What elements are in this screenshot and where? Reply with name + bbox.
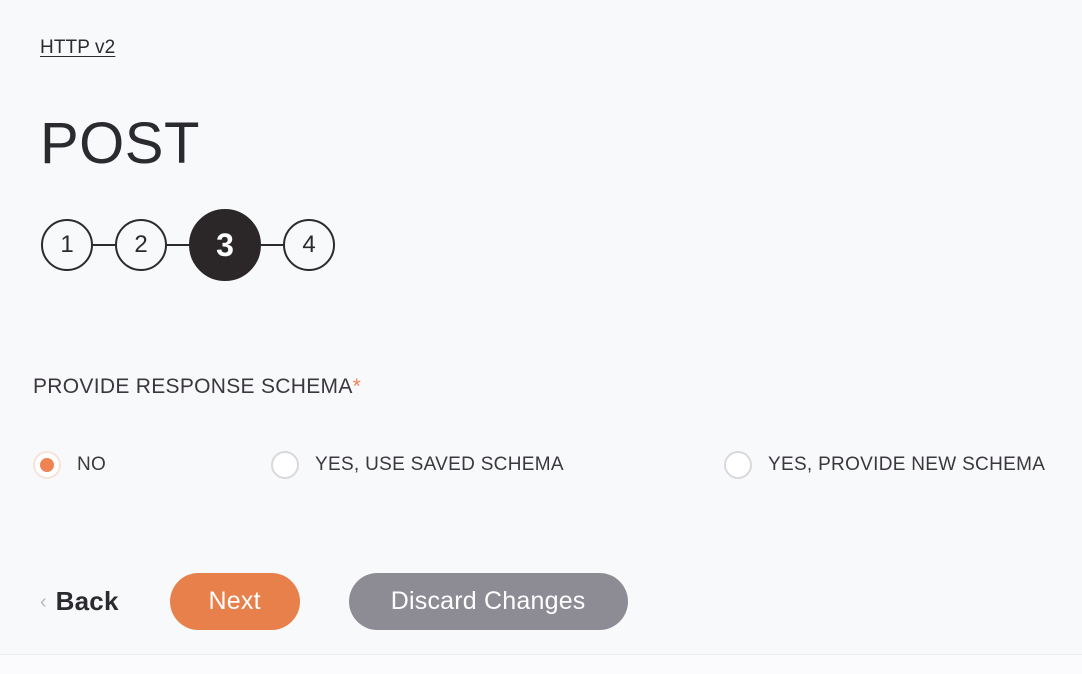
radio-option-provide-new-schema[interactable]: YES, PROVIDE NEW SCHEMA <box>724 449 1045 481</box>
stepper-step-1[interactable]: 1 <box>41 219 93 271</box>
response-schema-label-text: PROVIDE RESPONSE SCHEMA <box>33 375 353 398</box>
radio-dot-use-saved-schema <box>278 458 292 472</box>
required-asterisk: * <box>352 375 362 398</box>
radio-icon-use-saved-schema[interactable] <box>271 451 299 479</box>
stepper-step-2[interactable]: 2 <box>115 219 167 271</box>
stepper-step-3[interactable]: 3 <box>189 209 261 281</box>
wizard-stepper: 1 2 3 4 <box>41 209 335 281</box>
stepper-connector-1-2 <box>93 244 115 246</box>
stepper-step-1-label: 1 <box>60 231 74 258</box>
response-schema-label: PROVIDE RESPONSE SCHEMA* <box>33 374 361 400</box>
back-button-label: Back <box>55 586 119 616</box>
stepper-step-2-label: 2 <box>134 231 148 258</box>
response-schema-radio-group: NO YES, USE SAVED SCHEMA YES, PROVIDE NE… <box>33 449 1053 481</box>
discard-changes-button[interactable]: Discard Changes <box>348 573 628 630</box>
footer-strip <box>0 655 1082 674</box>
radio-dot-provide-new-schema <box>731 458 745 472</box>
back-button[interactable]: ‹ Back <box>40 586 119 617</box>
stepper-connector-3-4 <box>261 244 283 246</box>
page-title: POST <box>40 111 200 176</box>
stepper-connector-2-3 <box>167 244 189 246</box>
stepper-step-4-label: 4 <box>302 231 316 258</box>
next-button[interactable]: Next <box>169 573 300 630</box>
radio-label-use-saved-schema: YES, USE SAVED SCHEMA <box>315 454 564 475</box>
stepper-step-4[interactable]: 4 <box>283 219 335 271</box>
discard-changes-button-label: Discard Changes <box>390 587 586 615</box>
radio-icon-no[interactable] <box>33 451 61 479</box>
radio-option-no[interactable]: NO <box>33 449 106 481</box>
radio-label-no: NO <box>77 454 107 475</box>
wizard-actions: ‹ Back Next Discard Changes <box>40 573 628 630</box>
wizard-page: HTTP v2 POST 1 2 3 4 PROVIDE RESPONSE SC… <box>0 0 1082 674</box>
chevron-left-icon: ‹ <box>40 590 47 613</box>
radio-option-use-saved-schema[interactable]: YES, USE SAVED SCHEMA <box>271 449 564 481</box>
radio-label-provide-new-schema: YES, PROVIDE NEW SCHEMA <box>768 454 1046 475</box>
api-breadcrumb-link[interactable]: HTTP v2 <box>40 35 115 61</box>
radio-dot-no <box>40 458 54 472</box>
stepper-step-3-label: 3 <box>216 226 234 263</box>
next-button-label: Next <box>208 587 261 615</box>
radio-icon-provide-new-schema[interactable] <box>724 451 752 479</box>
